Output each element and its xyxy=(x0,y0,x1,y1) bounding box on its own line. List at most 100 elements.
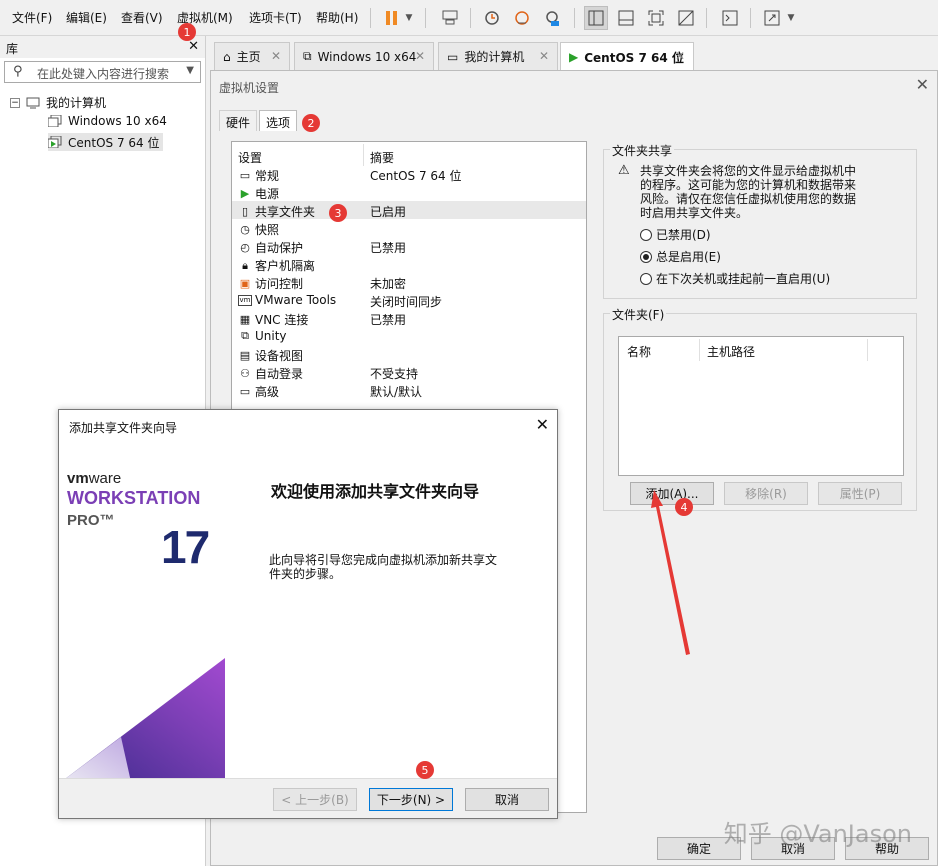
row-summary: 关闭时间同步 xyxy=(370,295,443,309)
next-button[interactable]: 下一步(N) > xyxy=(369,788,453,811)
pause-icon[interactable] xyxy=(380,6,404,30)
folder-properties-button[interactable]: 属性(P) xyxy=(818,482,902,505)
menu-tabs[interactable]: 选项卡(T) xyxy=(249,9,302,26)
row-summary: 不受支持 xyxy=(370,367,419,381)
menu-view[interactable]: 查看(V) xyxy=(121,9,163,26)
thumbnail-bar-icon[interactable] xyxy=(614,6,638,30)
fullscreen-icon[interactable] xyxy=(644,6,668,30)
stretch-icon[interactable] xyxy=(760,6,784,30)
close-icon[interactable]: ✕ xyxy=(675,49,685,63)
group-title: 文件夹共享 xyxy=(610,142,675,159)
row-summary: 已禁用 xyxy=(370,241,407,255)
radio-always-enabled[interactable]: 总是启用(E) xyxy=(640,248,721,265)
wizard-brand-panel: vmware WORKSTATION PRO™ 17 xyxy=(61,444,225,778)
menu-edit[interactable]: 编辑(E) xyxy=(66,9,107,26)
snapshot-icon[interactable] xyxy=(480,6,504,30)
snapshot-icon: ◷ xyxy=(240,223,250,236)
close-icon[interactable]: ✕ xyxy=(916,75,929,94)
tab-centos7[interactable]: ▶ CentOS 7 64 位 ✕ xyxy=(560,42,694,71)
unity-icon[interactable] xyxy=(674,6,698,30)
radio-disabled[interactable]: 已禁用(D) xyxy=(640,226,711,243)
close-icon[interactable]: ✕ xyxy=(188,39,199,54)
column-divider xyxy=(699,339,700,361)
library-search-input[interactable]: ⚲ 在此处键入内容进行搜索 ▼ xyxy=(4,61,201,83)
lock-icon: 🔒︎ xyxy=(242,258,248,272)
chevron-down-icon[interactable]: ▼ xyxy=(784,6,798,30)
menu-help[interactable]: 帮助(H) xyxy=(316,9,358,26)
close-icon[interactable]: ✕ xyxy=(271,49,281,63)
tree-item-windows10[interactable]: Windows 10 x64 xyxy=(47,114,167,128)
radio-until-poweroff[interactable]: 在下次关机或挂起前一直启用(U) xyxy=(640,270,830,287)
settings-row-autoprotect[interactable]: ◴ 自动保护 已禁用 xyxy=(232,237,586,255)
product-name: WORKSTATION xyxy=(67,488,201,508)
console-icon[interactable] xyxy=(718,6,742,30)
toolbar-separator xyxy=(470,8,471,28)
send-keys-icon[interactable] xyxy=(438,6,462,30)
snapshot-manager-icon[interactable] xyxy=(540,6,564,30)
toolbar-separator xyxy=(706,8,707,28)
product-version: 17 xyxy=(161,521,210,573)
autologin-icon: ⚇ xyxy=(240,367,250,380)
cancel-button[interactable]: 取消 xyxy=(465,788,549,811)
wizard-description: 此向导将引导您完成向虚拟机添加新共享文 件夹的步骤。 xyxy=(269,553,519,581)
settings-row-vnc[interactable]: ▦ VNC 连接 已禁用 xyxy=(232,309,586,327)
row-label: VMware Tools xyxy=(255,293,337,307)
revert-snapshot-icon[interactable] xyxy=(510,6,534,30)
library-title: 库 xyxy=(6,42,19,56)
tab-home[interactable]: ⌂ 主页 ✕ xyxy=(214,42,290,70)
column-header-name: 名称 xyxy=(627,345,652,359)
warning-line: 共享文件夹会将您的文件显示给虚拟机中 xyxy=(640,164,857,178)
wizard-heading: 欢迎使用添加共享文件夹向导 xyxy=(271,482,480,501)
tab-windows10[interactable]: ⧉ Windows 10 x64 ✕ xyxy=(294,42,434,70)
wizard-footer: < 上一步(B) 下一步(N) > 取消 xyxy=(59,778,557,818)
settings-row-power[interactable]: ▶ 电源 xyxy=(232,183,586,201)
settings-row-autologin[interactable]: ⚇ 自动登录 不受支持 xyxy=(232,363,586,381)
remove-folder-button[interactable]: 移除(R) xyxy=(724,482,808,505)
settings-row-snapshots[interactable]: ◷ 快照 xyxy=(232,219,586,237)
tab-options[interactable]: 选项 xyxy=(259,110,298,131)
tree-item-my-computer[interactable]: − 我的计算机 xyxy=(10,94,106,111)
close-icon[interactable]: ✕ xyxy=(536,415,549,434)
settings-row-vmware-tools[interactable]: vm VMware Tools 关闭时间同步 xyxy=(232,291,586,309)
settings-row-device-view[interactable]: ▤ 设备视图 xyxy=(232,345,586,363)
chevron-down-icon[interactable]: ▼ xyxy=(402,6,416,30)
close-icon[interactable]: ✕ xyxy=(415,49,425,63)
list-header: 设置 摘要 xyxy=(232,147,586,165)
row-label: 自动登录 xyxy=(255,367,304,381)
tab-hardware[interactable]: 硬件 xyxy=(219,110,258,131)
collapse-icon[interactable]: − xyxy=(10,97,20,108)
tree-item-centos7[interactable]: CentOS 7 64 位 xyxy=(47,133,164,151)
tab-my-computer[interactable]: ▭ 我的计算机 ✕ xyxy=(438,42,558,70)
row-label: 访问控制 xyxy=(255,277,304,291)
settings-row-general[interactable]: ▭ 常规 CentOS 7 64 位 xyxy=(232,165,586,183)
row-summary: 已禁用 xyxy=(370,313,407,327)
search-icon: ⚲ xyxy=(13,64,23,79)
chevron-down-icon[interactable]: ▼ xyxy=(186,65,194,76)
watermark: 知乎 @VanJason xyxy=(723,820,912,848)
radio-button[interactable] xyxy=(640,228,652,241)
back-button[interactable]: < 上一步(B) xyxy=(273,788,357,811)
menu-file[interactable]: 文件(F) xyxy=(12,9,52,26)
close-icon[interactable]: ✕ xyxy=(539,49,549,63)
vm-tab-bar: ⌂ 主页 ✕ ⧉ Windows 10 x64 ✕ ▭ 我的计算机 ✕ ▶ Ce… xyxy=(210,40,938,71)
show-library-icon[interactable] xyxy=(584,6,608,30)
row-label: 高级 xyxy=(255,385,280,399)
radio-button[interactable] xyxy=(640,272,652,285)
toolbar-separator xyxy=(750,8,751,28)
brand-graphic xyxy=(66,658,225,778)
vm-icon xyxy=(47,114,62,128)
wizard-title: 添加共享文件夹向导 xyxy=(69,421,178,435)
column-divider xyxy=(867,339,868,361)
description-line: 件夹的步骤。 xyxy=(269,567,342,581)
warning-line: 风险。请仅在您信任虚拟机使用您的数据 xyxy=(640,192,857,206)
home-icon: ⌂ xyxy=(223,49,231,64)
settings-row-shared-folders[interactable]: ▯ 共享文件夹 已启用 xyxy=(232,201,586,219)
settings-row-advanced[interactable]: ▭ 高级 默认/默认 xyxy=(232,381,586,399)
radio-button[interactable] xyxy=(640,250,652,263)
annotation-badge: 5 xyxy=(416,761,434,779)
settings-row-unity[interactable]: ⧉ Unity xyxy=(232,327,586,345)
settings-row-access-control[interactable]: ▣ 访问控制 未加密 xyxy=(232,273,586,291)
folders-list[interactable]: 名称 主机路径 xyxy=(618,336,904,476)
settings-row-guest-isolation[interactable]: 🔒︎ 客户机隔离 xyxy=(232,255,586,274)
access-control-icon: ▣ xyxy=(239,277,251,290)
